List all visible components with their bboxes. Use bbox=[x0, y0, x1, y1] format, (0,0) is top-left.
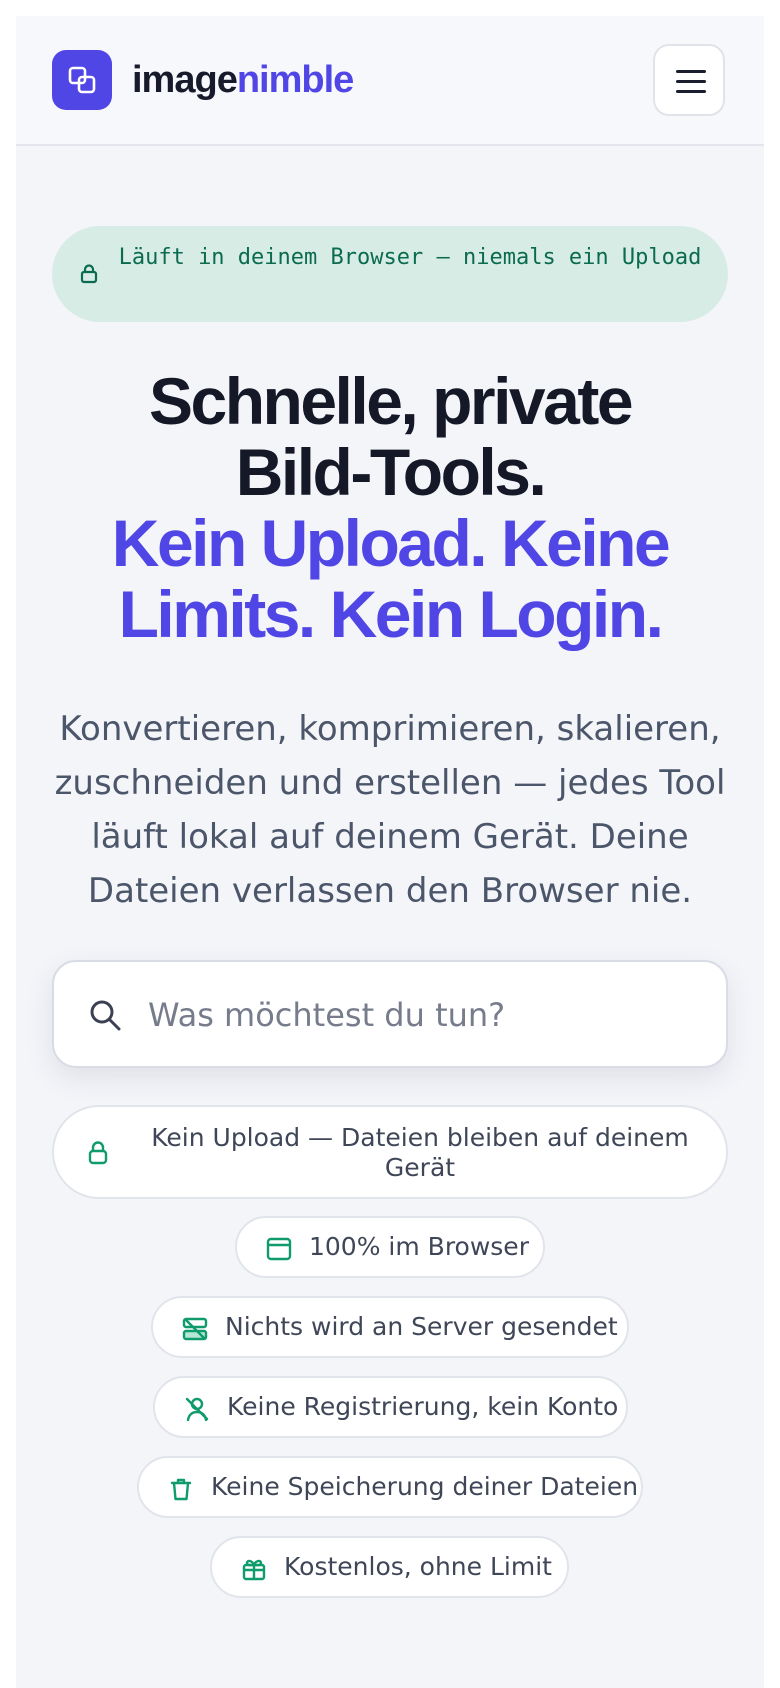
lock-icon bbox=[80, 264, 98, 284]
hero-headline: Schnelle, private Bild-Tools. Kein Uploa… bbox=[16, 366, 764, 650]
search-input[interactable]: Was möchtest du tun? bbox=[52, 960, 728, 1068]
feature-chip-label: Keine Registrierung, kein Konto bbox=[227, 1392, 619, 1421]
feature-chip-label: Keine Speicherung deiner Dateien bbox=[211, 1472, 639, 1501]
trash-icon bbox=[170, 1478, 192, 1501]
feature-chip-label: 100% im Browser bbox=[309, 1232, 529, 1261]
feature-chip-label: Kein Upload — Dateien bleiben auf deinem… bbox=[151, 1123, 689, 1182]
logo-icon[interactable] bbox=[52, 50, 112, 110]
hamburger-icon-line bbox=[676, 70, 706, 73]
feature-chip-free: Kostenlos, ohne Limit bbox=[210, 1536, 569, 1598]
brand-name[interactable]: imagenimble bbox=[132, 56, 354, 104]
gift-icon bbox=[242, 1559, 266, 1581]
page: imagenimble Läuft in deinem Browser — ni… bbox=[16, 16, 764, 1688]
feature-chip-label: Kostenlos, ohne Limit bbox=[284, 1552, 552, 1581]
browser-window-icon bbox=[266, 1237, 292, 1261]
search-icon bbox=[90, 1000, 121, 1031]
site-header: imagenimble bbox=[16, 16, 764, 146]
hamburger-icon-line bbox=[676, 80, 706, 83]
feature-chip-no-account: Keine Registrierung, kein Konto bbox=[153, 1376, 628, 1438]
feature-chip-no-server: Nichts wird an Server gesendet bbox=[151, 1296, 629, 1358]
lock-icon bbox=[88, 1141, 108, 1165]
search-placeholder: Was möchtest du tun? bbox=[148, 996, 506, 1034]
hamburger-icon-line bbox=[676, 90, 706, 93]
brand-name-part1: image bbox=[132, 59, 238, 101]
feature-chip-label: Nichts wird an Server gesendet bbox=[225, 1312, 618, 1341]
privacy-badge: Läuft in deinem Browser — niemals ein Up… bbox=[52, 226, 728, 322]
hero-description: Konvertieren, komprimieren, skalieren, z… bbox=[54, 709, 726, 911]
brand-name-part2: nimble bbox=[236, 59, 354, 101]
feature-chip-no-upload: Kein Upload — Dateien bleiben auf deinem… bbox=[52, 1105, 728, 1199]
server-off-icon bbox=[182, 1317, 208, 1341]
privacy-badge-text: Läuft in deinem Browser — niemals ein Up… bbox=[118, 245, 702, 270]
feature-chip-browser: 100% im Browser bbox=[235, 1216, 545, 1278]
user-off-icon bbox=[185, 1397, 209, 1422]
menu-button[interactable] bbox=[653, 44, 725, 116]
headline-accent-line: Limits. Kein Login. bbox=[118, 577, 664, 651]
headline-line: Bild-Tools. bbox=[235, 435, 547, 509]
headline-line: Schnelle, private bbox=[148, 364, 634, 438]
feature-chip-no-storage: Keine Speicherung deiner Dateien bbox=[137, 1456, 643, 1518]
headline-accent-line: Kein Upload. Keine bbox=[111, 506, 671, 580]
